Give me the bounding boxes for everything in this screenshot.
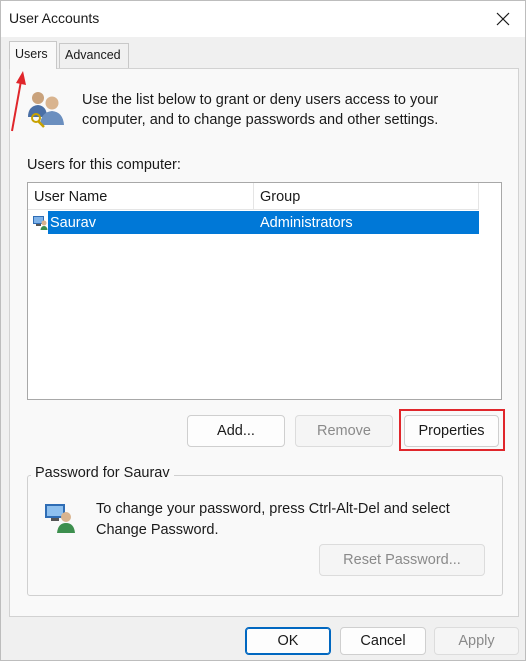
user-accounts-window: User Accounts Users Advanced Use the lis…: [0, 0, 526, 661]
apply-button[interactable]: Apply: [434, 627, 519, 655]
tab-advanced[interactable]: Advanced: [59, 43, 129, 69]
intro-text: Use the list below to grant or deny user…: [82, 92, 439, 128]
cancel-button[interactable]: Cancel: [340, 627, 426, 655]
remove-button[interactable]: Remove: [295, 415, 393, 447]
ok-button[interactable]: OK: [245, 627, 331, 655]
group-cell: Administrators: [254, 211, 479, 234]
user-name-cell: Saurav: [48, 211, 254, 234]
tab-strip: Users Advanced: [9, 41, 519, 69]
column-header-group[interactable]: Group: [254, 183, 479, 210]
user-computer-icon: [33, 216, 48, 230]
reset-password-button[interactable]: Reset Password...: [319, 544, 485, 576]
window-title: User Accounts: [9, 10, 100, 26]
user-row[interactable]: Saurav Administrators: [28, 211, 479, 235]
users-list-label: Users for this computer:: [27, 157, 181, 173]
tab-users[interactable]: Users: [9, 41, 57, 69]
title-bar: User Accounts: [1, 1, 525, 37]
user-password-icon: [45, 504, 75, 533]
properties-button[interactable]: Properties: [404, 415, 499, 447]
close-button[interactable]: [491, 7, 515, 31]
annotation-arrow: [11, 71, 26, 132]
users-listview[interactable]: User Name Group Saurav Administrators: [27, 182, 502, 400]
column-header-user-name[interactable]: User Name: [28, 183, 254, 210]
add-button[interactable]: Add...: [187, 415, 285, 447]
password-instructions: To change your password, press Ctrl-Alt-…: [96, 501, 450, 538]
password-group-title: Password for Saurav: [31, 465, 174, 481]
list-header: User Name Group: [28, 183, 479, 210]
close-icon: [496, 12, 510, 26]
users-icon: [28, 92, 64, 128]
